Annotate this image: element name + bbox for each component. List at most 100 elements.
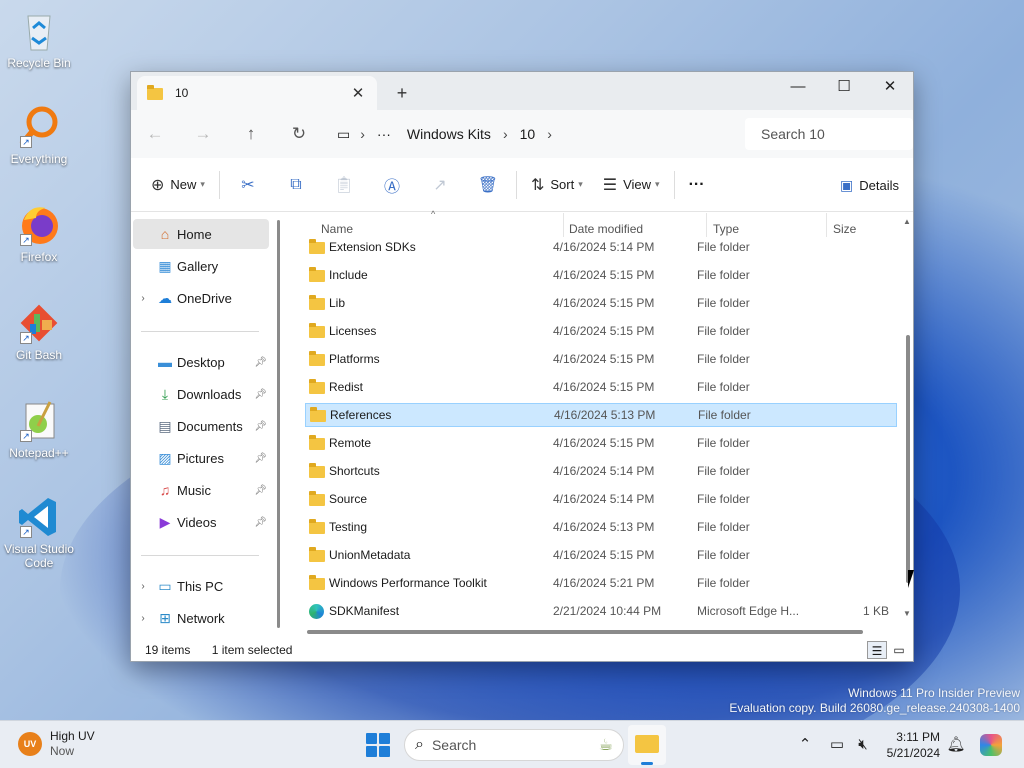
notepadpp-icon: ↗ xyxy=(16,398,62,444)
file-type: File folder xyxy=(697,548,750,562)
sidebar-item-onedrive[interactable]: › ☁ OneDrive xyxy=(133,283,269,313)
sidebar-item-desktop[interactable]: ▬ Desktop 📌︎ xyxy=(133,347,269,377)
computer-icon[interactable]: ▭ xyxy=(331,126,356,143)
tab-close-button[interactable]: ✕ xyxy=(349,84,367,102)
file-name: Remote xyxy=(329,436,372,450)
file-name: Extension SDKs xyxy=(329,240,416,254)
details-view-button[interactable]: ☰ xyxy=(867,641,887,659)
vertical-scrollbar[interactable]: ▲ ▼ xyxy=(903,217,913,622)
clock[interactable]: 3:11 PM 5/21/2024 xyxy=(880,729,940,761)
sidebar-item-home[interactable]: ⌂ Home xyxy=(133,219,269,249)
sidebar-item-network[interactable]: › ⊞ Network xyxy=(133,603,269,633)
close-button[interactable]: ✕ xyxy=(867,72,913,102)
weather-widget[interactable]: UV High UV Now xyxy=(18,729,95,759)
desktop-icon-recycle-bin[interactable]: Recycle Bin xyxy=(4,8,74,70)
chevron-right-icon[interactable]: › xyxy=(133,293,153,304)
tab-title: 10 xyxy=(175,86,189,100)
recycle-bin-icon xyxy=(16,8,62,54)
chevron-right-icon[interactable]: › xyxy=(356,126,369,142)
copilot-icon[interactable] xyxy=(978,721,1004,768)
table-row[interactable]: Redist 4/16/2024 5:15 PM File folder xyxy=(305,375,897,399)
new-button[interactable]: ⊕ New ▾ xyxy=(141,169,215,201)
horizontal-scrollbar[interactable] xyxy=(307,630,863,634)
table-row[interactable]: Licenses 4/16/2024 5:15 PM File folder xyxy=(305,319,897,343)
file-explorer-window: 10 ✕ + — ☐ ✕ ← → ↑ ↻ ▭ › ··· Windows Kit… xyxy=(130,71,914,662)
tab-10[interactable]: 10 ✕ xyxy=(137,76,377,110)
video-icon: ▶ xyxy=(159,513,171,530)
scroll-up-icon[interactable]: ▲ xyxy=(903,217,911,226)
new-tab-button[interactable]: + xyxy=(389,80,415,106)
rename-button[interactable]: Ⓐ xyxy=(368,173,416,197)
delete-button[interactable]: 🗑︎ xyxy=(464,175,512,195)
more-options-button[interactable]: ··· xyxy=(679,169,715,201)
sidebar-item-documents[interactable]: ▤ Documents 📌︎ xyxy=(133,411,269,441)
sidebar-item-music[interactable]: ♫ Music 📌︎ xyxy=(133,475,269,505)
sort-button[interactable]: ⇅ Sort ▾ xyxy=(521,169,593,201)
tiles-view-button[interactable]: ▭ xyxy=(889,641,909,659)
scroll-down-icon[interactable]: ▼ xyxy=(903,609,911,618)
up-button[interactable]: ↑ xyxy=(227,124,275,144)
chevron-right-icon[interactable]: › xyxy=(133,581,153,592)
sidebar-item-label: OneDrive xyxy=(177,290,232,306)
taskbar-search-box[interactable]: ⌕ Search ☕︎ xyxy=(404,729,624,761)
sidebar-item-downloads[interactable]: ⤓ Downloads 📌︎ xyxy=(133,379,269,409)
show-hidden-icons-button[interactable]: ⌃ xyxy=(796,721,814,768)
share-button[interactable]: ↗ xyxy=(416,175,464,195)
table-row[interactable]: UnionMetadata 4/16/2024 5:15 PM File folde… xyxy=(305,543,897,567)
taskbar-file-explorer[interactable] xyxy=(628,725,666,765)
forward-button[interactable]: → xyxy=(179,124,227,144)
maximize-button[interactable]: ☐ xyxy=(821,72,867,102)
scrollbar-thumb[interactable] xyxy=(906,335,910,583)
desktop-icon-firefox[interactable]: ↗ Firefox xyxy=(4,202,74,264)
sidebar-item-pictures[interactable]: ▨ Pictures 📌︎ xyxy=(133,443,269,473)
sidebar-item-videos[interactable]: ▶ Videos 📌︎ xyxy=(133,507,269,537)
minimize-button[interactable]: — xyxy=(775,72,821,102)
table-row[interactable]: SDKManifest 2/21/2024 10:44 PM Microsoft E… xyxy=(305,599,897,623)
breadcrumb-windows-kits[interactable]: Windows Kits xyxy=(399,126,499,142)
breadcrumb-more[interactable]: ··· xyxy=(369,126,399,142)
chevron-right-icon[interactable]: › xyxy=(499,126,512,142)
start-button[interactable] xyxy=(366,733,390,757)
file-date: 4/16/2024 5:13 PM xyxy=(554,408,656,422)
sidebar-item-this-pc[interactable]: › ▭ This PC xyxy=(133,571,269,601)
desktop-icon-everything[interactable]: ↗ Everything xyxy=(4,104,74,166)
network-display-icon[interactable]: ▭ xyxy=(826,721,848,768)
folder-icon xyxy=(309,491,325,506)
file-type: File folder xyxy=(697,296,750,310)
table-row[interactable]: Source 4/16/2024 5:14 PM File folder xyxy=(305,487,897,511)
file-type: File folder xyxy=(697,464,750,478)
paste-button[interactable]: 📋︎ xyxy=(320,175,368,195)
desktop-icon-git-bash[interactable]: ↗ Git Bash xyxy=(4,300,74,362)
view-button[interactable]: ☰ View ▾ xyxy=(593,169,670,201)
chevron-right-icon[interactable]: › xyxy=(133,613,153,624)
details-pane-button[interactable]: ▣ Details xyxy=(840,169,899,201)
file-name: Lib xyxy=(329,296,346,310)
table-row[interactable]: Remote 4/16/2024 5:15 PM File folder xyxy=(305,431,897,455)
desktop-icon-vscode[interactable]: ↗ Visual Studio Code xyxy=(4,494,74,570)
back-button[interactable]: ← xyxy=(131,124,179,144)
shortcut-arrow-icon: ↗ xyxy=(20,526,32,538)
sidebar-item-gallery[interactable]: ▦ Gallery xyxy=(133,251,269,281)
table-row[interactable]: Shortcuts 4/16/2024 5:14 PM File folder xyxy=(305,459,897,483)
desktop-icon-notepadpp[interactable]: ↗ Notepad++ xyxy=(4,398,74,460)
refresh-button[interactable]: ↻ xyxy=(275,124,323,144)
table-row[interactable]: Lib 4/16/2024 5:15 PM File folder xyxy=(305,291,897,315)
chevron-right-icon[interactable]: › xyxy=(543,126,556,142)
table-row[interactable]: Platforms 4/16/2024 5:15 PM File folder xyxy=(305,347,897,371)
volume-icon[interactable]: 🔇︎ xyxy=(852,721,874,768)
pin-icon: 📌︎ xyxy=(254,420,267,432)
table-row-selected[interactable]: References 4/16/2024 5:13 PM File folder xyxy=(305,403,897,427)
notification-bell-icon[interactable]: 🔔︎ xyxy=(946,721,966,768)
file-name: Source xyxy=(329,492,368,506)
table-row[interactable]: Windows Performance Toolkit 4/16/2024 5:2… xyxy=(305,571,897,595)
cut-button[interactable]: ✂ xyxy=(224,175,272,195)
copy-button[interactable]: ⧉ xyxy=(272,176,320,194)
search-input[interactable]: Search 10 xyxy=(745,118,913,150)
table-row[interactable]: Include 4/16/2024 5:15 PM File folder xyxy=(305,263,897,287)
file-type: File folder xyxy=(697,380,750,394)
pin-icon: 📌︎ xyxy=(254,516,267,528)
table-row[interactable]: Testing 4/16/2024 5:13 PM File folder xyxy=(305,515,897,539)
table-row[interactable]: Extension SDKs 4/16/2024 5:14 PM File fold… xyxy=(305,235,897,259)
nav-scrollbar[interactable] xyxy=(277,220,280,628)
breadcrumb-10[interactable]: 10 xyxy=(512,126,544,142)
